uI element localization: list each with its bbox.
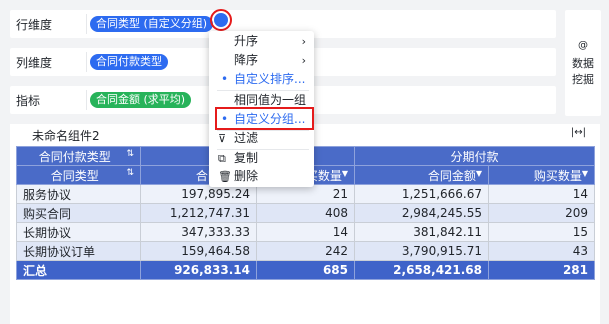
- group-header: 分期付款: [353, 146, 596, 166]
- measure-header-text: 合同金额: [427, 168, 476, 183]
- value-cell: 381,842.11: [354, 222, 489, 242]
- highlight-circle: [210, 9, 232, 31]
- total-label: 汇总: [16, 260, 141, 280]
- metric-chip[interactable]: 合同金额 (求平均): [90, 92, 192, 108]
- data-mining-panel[interactable]: @ 数据挖掘: [565, 10, 601, 116]
- chevron-right-icon: ›: [301, 54, 306, 67]
- menu-item-label: 升序: [234, 34, 259, 48]
- value-cell: 3,790,915.71: [354, 241, 489, 261]
- filter-icon: ⊽: [218, 132, 227, 145]
- value-cell: 14: [256, 222, 355, 242]
- caret-down-icon[interactable]: ▼: [582, 169, 588, 178]
- menu-item-custom-sort[interactable]: • 自定义排序...: [209, 70, 314, 89]
- total-cell: 281: [487, 260, 596, 280]
- total-cell: 2,658,421.68: [354, 260, 489, 280]
- value-cell: 242: [256, 241, 355, 261]
- menu-item-label: 降序: [234, 53, 259, 67]
- sort-icon[interactable]: ⇅: [126, 149, 134, 159]
- menu-item-label: 复制: [234, 151, 259, 165]
- column-dimension-label: 列维度: [16, 56, 53, 70]
- value-cell: 1,251,666.67: [354, 184, 489, 204]
- table-row: 长期协议订单 159,464.58 242 3,790,915.71 43: [16, 241, 596, 261]
- corner-row-header-text: 合同类型: [50, 168, 99, 183]
- copy-icon: ⧉: [218, 152, 226, 165]
- caret-down-icon[interactable]: ▼: [476, 169, 482, 178]
- row-header-cell: 服务协议: [16, 184, 141, 204]
- menu-item-delete[interactable]: 🗑 删除: [209, 167, 314, 186]
- menu-item-label: 自定义排序...: [234, 72, 306, 86]
- value-cell: 408: [256, 203, 355, 223]
- table-row: 服务协议 197,895.24 21 1,251,666.67 14: [16, 184, 596, 204]
- highlight-box: [215, 107, 314, 130]
- table-row: 购买合同 1,212,747.31 408 2,984,245.55 209: [16, 203, 596, 223]
- sort-icon[interactable]: ⇅: [126, 168, 134, 178]
- data-mining-icon: @: [578, 40, 588, 51]
- measure-header[interactable]: 购买数量 ▼: [487, 165, 596, 185]
- row-header-cell: 长期协议: [16, 222, 141, 242]
- value-cell: 14: [487, 184, 596, 204]
- menu-item-sort-ascending[interactable]: 升序 ›: [209, 32, 314, 51]
- measure-header[interactable]: 合同金额▼: [354, 165, 489, 185]
- divider: [86, 90, 87, 110]
- value-cell: 21: [256, 184, 355, 204]
- menu-item-filter[interactable]: ⊽ 过滤: [209, 129, 314, 148]
- row-header-cell: 购买合同: [16, 203, 141, 223]
- divider: [86, 52, 87, 72]
- value-cell: 2,984,245.55: [354, 203, 489, 223]
- corner-row-header[interactable]: 合同类型 ⇅: [16, 165, 141, 185]
- row-dimension-label: 行维度: [16, 18, 53, 32]
- value-cell: 209: [487, 203, 596, 223]
- value-cell: 43: [487, 241, 596, 261]
- row-header-cell: 长期协议订单: [16, 241, 141, 261]
- total-cell: 926,833.14: [140, 260, 257, 280]
- corner-col-header[interactable]: 合同付款类型 ⇅: [16, 146, 141, 166]
- corner-col-header-text: 合同付款类型: [38, 149, 111, 164]
- total-cell: 685: [256, 260, 355, 280]
- trash-icon: 🗑: [218, 170, 232, 183]
- caret-down-icon[interactable]: ▼: [342, 169, 348, 178]
- divider: [86, 14, 87, 34]
- value-cell: 347,333.33: [140, 222, 257, 242]
- value-cell: 1,212,747.31: [140, 203, 257, 223]
- column-dimension-chip[interactable]: 合同付款类型: [90, 54, 168, 70]
- data-mining-label: 数据挖掘: [572, 57, 594, 86]
- row-dimension-chip[interactable]: 合同类型 (自定义分组): [90, 16, 214, 32]
- menu-item-label: 过滤: [234, 131, 259, 145]
- menu-item-label: 删除: [234, 169, 259, 183]
- table-row: 长期协议 347,333.33 14 381,842.11 15: [16, 222, 596, 242]
- component-title: 未命名组件2: [32, 129, 100, 143]
- total-row: 汇总 926,833.14 685 2,658,421.68 281: [16, 260, 596, 280]
- measure-header-text: 购买数量: [533, 168, 582, 183]
- value-cell: 197,895.24: [140, 184, 257, 204]
- menu-item-sort-descending[interactable]: 降序 ›: [209, 51, 314, 70]
- chevron-right-icon: ›: [301, 35, 306, 48]
- value-cell: 159,464.58: [140, 241, 257, 261]
- expand-icon[interactable]: |↔|: [571, 127, 586, 138]
- metric-label: 指标: [16, 94, 41, 108]
- selected-dot-icon: •: [221, 72, 229, 86]
- value-cell: 15: [487, 222, 596, 242]
- menu-item-copy[interactable]: ⧉ 复制: [209, 149, 314, 168]
